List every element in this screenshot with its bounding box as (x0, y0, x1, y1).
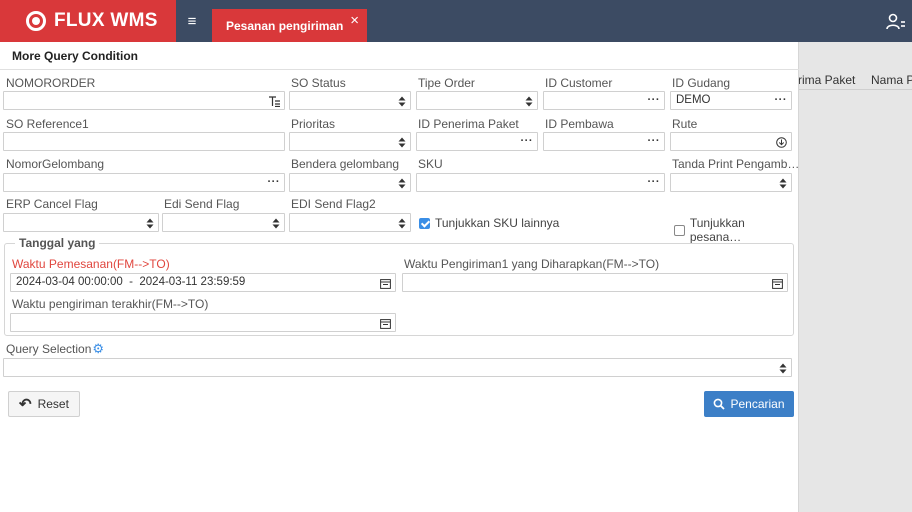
select-arrows-icon[interactable] (779, 360, 787, 379)
erp-cancel-flag-select[interactable] (3, 213, 159, 232)
id-pembawa-input[interactable]: ··· (543, 132, 665, 151)
tipe-order-select[interactable] (416, 91, 538, 110)
so-status-label: SO Status (291, 76, 346, 90)
checkbox-label: Tunjukkan SKU lainnya (435, 216, 560, 230)
bendera-gelombang-label: Bendera gelombang (291, 157, 400, 171)
menu-toggle-icon[interactable]: ≡ (180, 8, 204, 34)
id-gudang-input[interactable]: DEMO ··· (670, 91, 792, 110)
edi-send-flag-select[interactable] (162, 213, 285, 232)
app-logo[interactable]: FLUX WMS (0, 0, 176, 42)
so-status-select[interactable] (289, 91, 411, 110)
tab-pesanan-pengiriman[interactable]: Pesanan pengiriman × (212, 9, 367, 42)
id-gudang-label: ID Gudang (672, 76, 731, 90)
close-icon[interactable]: × (350, 12, 359, 29)
id-customer-input[interactable]: ··· (543, 91, 665, 110)
query-selection-select[interactable] (3, 358, 792, 377)
nomororder-input[interactable] (3, 91, 285, 110)
nomor-gelombang-label: NomorGelombang (6, 157, 105, 171)
checkbox-checked-icon[interactable] (419, 217, 430, 229)
id-pembawa-label: ID Pembawa (545, 117, 614, 131)
id-penerima-paket-label: ID Penerima Paket (418, 117, 519, 131)
show-orders-checkbox[interactable]: Tunjukkan pesana… (674, 216, 798, 244)
show-other-sku-checkbox[interactable]: Tunjukkan SKU lainnya (419, 216, 559, 230)
waktu-pengiriman1-label: Waktu Pengiriman1 yang Diharapkan(FM-->T… (404, 257, 660, 271)
waktu-pengiriman1-range-input[interactable] (402, 273, 788, 292)
panel-title: More Query Condition (12, 49, 138, 63)
waktu-pemesanan-label: Waktu Pemesanan(FM-->TO) (12, 257, 170, 271)
calendar-icon[interactable] (380, 315, 391, 334)
gear-icon[interactable]: ⚙ (92, 341, 104, 357)
select-arrows-icon[interactable] (146, 215, 154, 234)
tab-label: Pesanan pengiriman (226, 19, 344, 33)
select-arrows-icon[interactable] (525, 93, 533, 112)
calendar-icon[interactable] (380, 275, 391, 294)
search-icon (714, 398, 726, 410)
more-options-icon[interactable]: ··· (648, 93, 661, 108)
more-options-icon[interactable]: ··· (648, 134, 661, 149)
select-arrows-icon[interactable] (398, 134, 406, 153)
select-arrows-icon[interactable] (398, 93, 406, 112)
query-selection-label: Query Selection⚙ (6, 341, 105, 357)
more-options-icon[interactable]: ··· (521, 134, 534, 149)
edi-send-flag2-select[interactable] (289, 213, 411, 232)
rute-input[interactable] (670, 132, 792, 151)
bendera-gelombang-select[interactable] (289, 173, 411, 192)
column-header[interactable]: Nama Pe (871, 73, 912, 87)
prioritas-label: Prioritas (291, 117, 336, 131)
undo-icon: ↶ (19, 396, 32, 413)
reset-button[interactable]: ↶ Reset (8, 391, 80, 417)
checkbox-unchecked-icon[interactable] (674, 224, 685, 236)
search-button[interactable]: Pencarian (704, 391, 794, 417)
tipe-order-label: Tipe Order (418, 76, 475, 90)
checkbox-label: Tunjukkan pesana… (689, 216, 745, 244)
select-arrows-icon[interactable] (398, 175, 406, 194)
erp-cancel-flag-label: ERP Cancel Flag (6, 197, 98, 211)
divider (798, 89, 912, 90)
waktu-pemesanan-range-input[interactable]: 2024-03-04 00:00:00 - 2024-03-11 23:59:5… (10, 273, 396, 292)
logo-text: FLUX WMS (54, 10, 158, 31)
edi-send-flag-label: Edi Send Flag (164, 197, 240, 211)
user-menu-icon[interactable] (886, 13, 906, 31)
multiline-text-icon[interactable] (269, 93, 280, 112)
select-arrows-icon[interactable] (272, 215, 280, 234)
tanda-print-label: Tanda Print Pengamb… (672, 157, 800, 171)
more-options-icon[interactable]: ··· (268, 175, 281, 190)
waktu-pengiriman-terakhir-range-input[interactable] (10, 313, 396, 332)
column-header[interactable]: rima Paket (798, 73, 855, 87)
id-penerima-paket-input[interactable]: ··· (416, 132, 538, 151)
group-legend: Tanggal yang (15, 236, 100, 250)
sku-input[interactable]: ··· (416, 173, 665, 192)
tanda-print-select[interactable] (670, 173, 792, 192)
prioritas-select[interactable] (289, 132, 411, 151)
circle-arrow-down-icon[interactable] (776, 134, 787, 153)
id-customer-label: ID Customer (545, 76, 613, 90)
more-options-icon[interactable]: ··· (775, 93, 788, 108)
select-arrows-icon[interactable] (779, 175, 787, 194)
select-arrows-icon[interactable] (398, 215, 406, 234)
edi-send-flag2-label: EDI Send Flag2 (291, 197, 376, 211)
so-reference1-input[interactable] (3, 132, 285, 151)
top-bar: FLUX WMS ≡ Pesanan pengiriman × (0, 0, 912, 42)
date-range-group: Tanggal yang Waktu Pemesanan(FM-->TO) 20… (4, 236, 794, 336)
divider (0, 69, 799, 70)
rute-label: Rute (672, 117, 698, 131)
flux-logo-icon (26, 11, 46, 31)
waktu-pengiriman-terakhir-label: Waktu pengiriman terakhir(FM-->TO) (12, 297, 209, 311)
more-options-icon[interactable]: ··· (648, 175, 661, 190)
nomororder-label: NOMORORDER (6, 76, 96, 90)
sku-label: SKU (418, 157, 443, 171)
background-table-header: rima Paket Nama Pe (798, 70, 912, 90)
nomor-gelombang-input[interactable]: ··· (3, 173, 285, 192)
so-reference1-label: SO Reference1 (6, 117, 89, 131)
calendar-icon[interactable] (772, 275, 783, 294)
more-query-panel: More Query Condition NOMORORDER SO Statu… (0, 42, 799, 512)
